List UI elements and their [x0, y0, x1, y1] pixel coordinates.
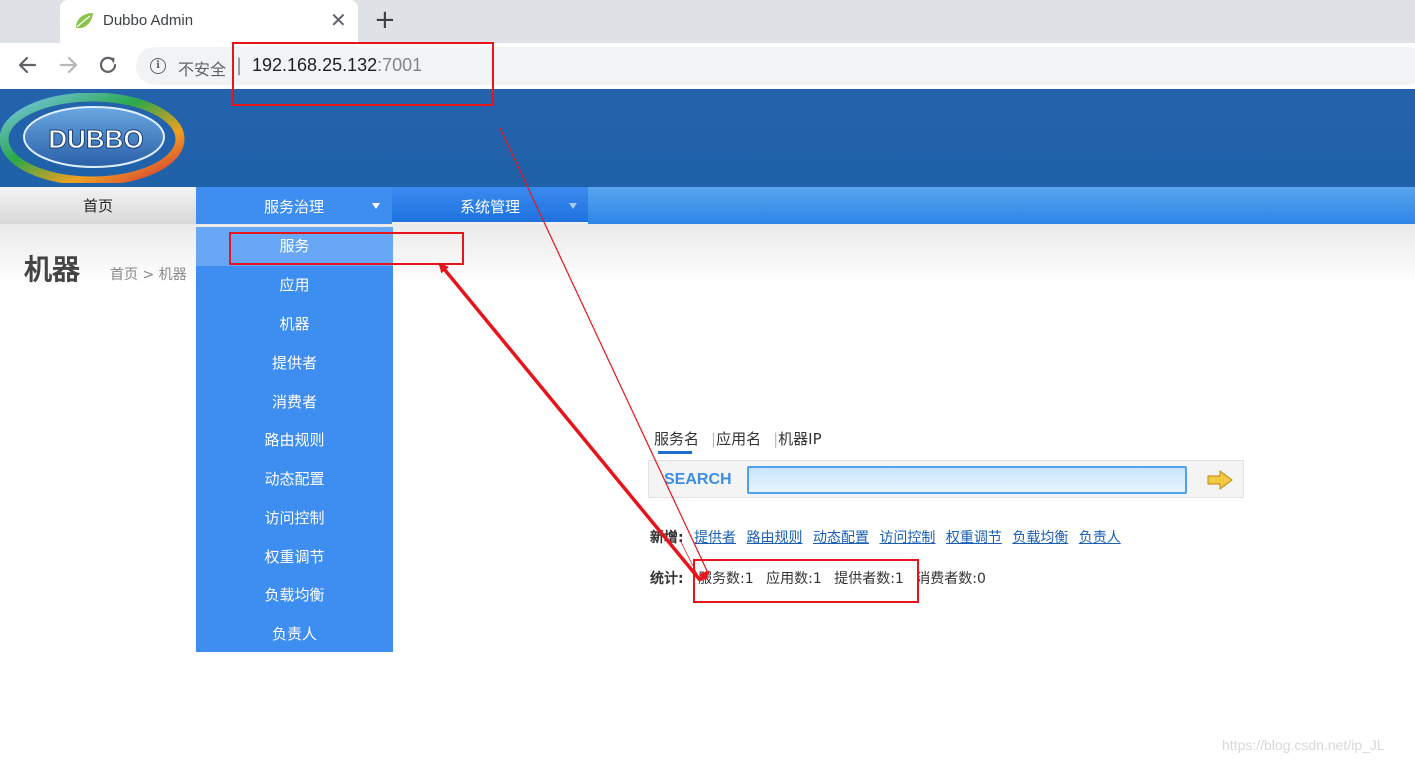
reload-icon[interactable]: [95, 52, 121, 78]
tab-service-name[interactable]: 服务名: [654, 430, 699, 448]
browser-tab[interactable]: Dubbo Admin ✕: [60, 0, 358, 43]
app-header: DUBBO: [0, 89, 1415, 187]
info-icon[interactable]: i: [150, 58, 166, 74]
add-link-access-control[interactable]: 访问控制: [879, 530, 935, 546]
stats-label: 统计:: [650, 571, 684, 587]
dropdown-item-load-balance[interactable]: 负载均衡: [196, 576, 393, 615]
svg-text:DUBBO: DUBBO: [48, 124, 143, 154]
dropdown-item-dynamic-config[interactable]: 动态配置: [196, 460, 393, 499]
new-tab-icon[interactable]: +: [374, 6, 396, 34]
service-governance-dropdown: 服务 应用 机器 提供者 消费者 路由规则 动态配置 访问控制 权重调节 负载均…: [196, 227, 393, 652]
annotation-box-url: [232, 42, 494, 106]
dubbo-logo: DUBBO: [0, 93, 185, 183]
dropdown-item-consumer[interactable]: 消费者: [196, 383, 393, 422]
back-arrow-icon[interactable]: [15, 52, 41, 78]
forward-arrow-icon[interactable]: [55, 52, 81, 78]
menu-service-governance[interactable]: 服务治理: [196, 187, 392, 224]
dropdown-item-weight[interactable]: 权重调节: [196, 538, 393, 577]
dropdown-item-application[interactable]: 应用: [196, 266, 393, 305]
browser-tabstrip: Dubbo Admin ✕ +: [0, 0, 1415, 43]
main-menu-bar: 首页 服务治理 系统管理: [0, 187, 1415, 224]
dropdown-item-owner[interactable]: 负责人: [196, 615, 393, 654]
add-link-dynamic-config[interactable]: 动态配置: [813, 530, 869, 546]
screenshot-root: Dubbo Admin ✕ + i 不安全 | 192.168.25.132:7…: [0, 0, 1415, 765]
caret-down-icon: [372, 203, 380, 209]
search-panel: SEARCH: [648, 460, 1244, 498]
search-type-tabs: 服务名 |应用名 |机器IP: [654, 428, 822, 449]
active-tab-indicator: [658, 451, 692, 454]
close-icon[interactable]: ✕: [330, 9, 347, 31]
add-links-row: 新增: 提供者 路由规则 动态配置 访问控制 权重调节 负载均衡 负责人: [650, 527, 1127, 547]
add-link-owner[interactable]: 负责人: [1079, 530, 1121, 546]
menu-service-governance-label: 服务治理: [263, 198, 324, 216]
browser-toolbar: i 不安全 | 192.168.25.132:7001: [0, 43, 1415, 89]
tab-title: Dubbo Admin: [103, 12, 194, 29]
dropdown-item-machine[interactable]: 机器: [196, 305, 393, 344]
breadcrumb[interactable]: 首页 > 机器: [110, 264, 187, 284]
add-link-routing-rule[interactable]: 路由规则: [747, 530, 803, 546]
dropdown-item-access-control[interactable]: 访问控制: [196, 499, 393, 538]
search-label: SEARCH: [664, 471, 732, 488]
menu-home[interactable]: 首页: [0, 187, 196, 224]
menu-system-management-label: 系统管理: [459, 198, 520, 216]
tab-app-name[interactable]: 应用名: [716, 430, 761, 448]
dropdown-item-provider[interactable]: 提供者: [196, 344, 393, 383]
add-link-weight[interactable]: 权重调节: [946, 530, 1002, 546]
tab-machine-ip[interactable]: 机器IP: [778, 430, 821, 448]
add-label: 新增:: [650, 530, 684, 546]
stat-consumers: 消费者数:0: [916, 571, 986, 587]
page-title: 机器: [24, 253, 81, 286]
menu-system-management[interactable]: 系统管理: [392, 187, 588, 224]
caret-down-icon: [569, 203, 577, 209]
spring-leaf-icon: [76, 13, 93, 29]
annotation-box-stats: [693, 559, 919, 603]
annotation-box-service-item: [229, 232, 464, 265]
add-link-load-balance[interactable]: 负载均衡: [1012, 530, 1068, 546]
watermark: https://blog.csdn.net/ip_JL: [1222, 737, 1385, 753]
arrow-right-icon[interactable]: [1206, 469, 1234, 491]
dropdown-item-routing-rule[interactable]: 路由规则: [196, 421, 393, 460]
search-input[interactable]: [747, 466, 1187, 494]
add-link-provider[interactable]: 提供者: [694, 530, 736, 546]
insecure-label: 不安全: [178, 62, 227, 79]
